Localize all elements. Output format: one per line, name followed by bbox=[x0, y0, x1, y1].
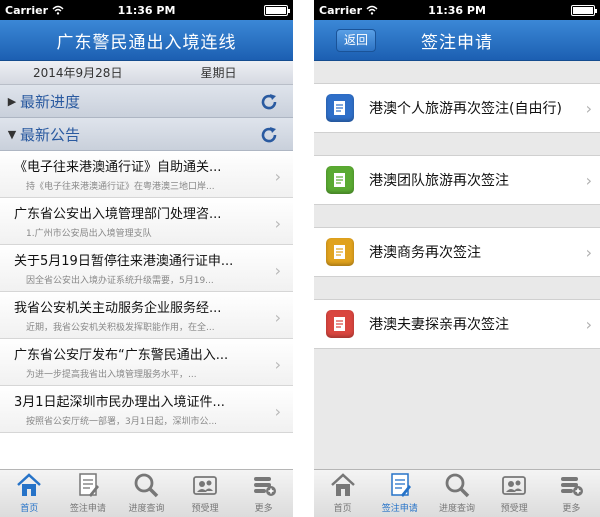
chevron-right-icon: › bbox=[585, 243, 592, 262]
weekday-text: 星期日 bbox=[200, 66, 237, 80]
news-subtitle: 近期，我省公安机关积极发挥职能作用，在全... bbox=[26, 323, 215, 333]
tab-pre-acceptance[interactable]: 预受理 bbox=[176, 470, 235, 517]
news-subtitle: 按照省公安厅统一部署，3月1日起，深圳市公... bbox=[26, 417, 218, 427]
caret-right-icon: ▶ bbox=[7, 94, 17, 108]
visa-item-label: 港澳个人旅游再次签注(自由行) bbox=[369, 101, 562, 117]
news-title: 我省公安机关主动服务企业服务经... bbox=[14, 301, 222, 316]
list-item[interactable]: 关于5月19日暂停往来港澳通行证申... 因全省公安出入境办证系统升级需要，5月… bbox=[0, 245, 293, 292]
more-icon bbox=[253, 477, 276, 496]
back-button[interactable]: 返回 bbox=[336, 29, 377, 52]
news-list: 《电子往来港澳通行证》自助通关... 持《电子往来港澳通行证》在粤港澳三地口岸.… bbox=[0, 151, 293, 433]
tab-visa-application[interactable]: 签注申请 bbox=[371, 470, 428, 517]
tab-label: 签注申请 bbox=[381, 504, 418, 514]
chevron-right-icon: › bbox=[585, 99, 592, 118]
document-icon bbox=[326, 166, 354, 194]
status-time: 11:36 PM bbox=[117, 3, 176, 17]
tab-visa-application[interactable]: 签注申请 bbox=[59, 470, 118, 517]
tab-home[interactable]: 首页 bbox=[314, 470, 371, 517]
document-icon bbox=[326, 238, 354, 266]
visa-item-business[interactable]: 港澳商务再次签注 › bbox=[314, 227, 600, 277]
section-latest-progress[interactable]: ▶ 最新进度 bbox=[0, 85, 293, 118]
tab-label: 签注申请 bbox=[69, 504, 106, 514]
nav-bar: 返回 签注申请 bbox=[314, 20, 600, 61]
status-bar: Carrier 11:36 PM bbox=[314, 0, 600, 20]
visa-item-label: 港澳商务再次签注 bbox=[369, 245, 481, 261]
chevron-right-icon: › bbox=[585, 171, 592, 190]
tab-label: 预受理 bbox=[500, 504, 528, 514]
tab-progress-query[interactable]: 进度查询 bbox=[428, 470, 485, 517]
news-title: 《电子往来港澳通行证》自助通关... bbox=[14, 160, 222, 175]
news-subtitle: 1.广州市公安局出入境管理支队 bbox=[26, 229, 152, 239]
tab-label: 更多 bbox=[562, 504, 581, 514]
more-icon bbox=[561, 477, 584, 496]
document-icon bbox=[326, 310, 354, 338]
list-item[interactable]: 3月1日起深圳市民办理出入境证件... 按照省公安厅统一部署，3月1日起，深圳市… bbox=[0, 386, 293, 433]
list-item[interactable]: 广东省公安厅发布“广东警民通出入... 为进一步提高我省出入境管理服务水平，..… bbox=[0, 339, 293, 386]
tab-label: 首页 bbox=[20, 504, 39, 514]
app-title: 广东警民通出入境连线 bbox=[56, 32, 237, 53]
chevron-right-icon: › bbox=[274, 214, 281, 233]
visa-form-icon bbox=[391, 473, 411, 497]
tab-more[interactable]: 更多 bbox=[234, 470, 293, 517]
tab-label: 进度查询 bbox=[128, 504, 165, 514]
date-bar: 2014年9月28日 星期日 bbox=[0, 61, 293, 85]
list-item[interactable]: 广东省公安出入境管理部门处理咨... 1.广州市公安局出入境管理支队 › bbox=[0, 198, 293, 245]
search-icon bbox=[135, 473, 159, 498]
visa-form-icon bbox=[79, 473, 99, 497]
status-time: 11:36 PM bbox=[428, 3, 486, 17]
list-item[interactable]: 《电子往来港澳通行证》自助通关... 持《电子往来港澳通行证》在粤港澳三地口岸.… bbox=[0, 151, 293, 198]
tab-pre-acceptance[interactable]: 预受理 bbox=[486, 470, 543, 517]
home-icon bbox=[17, 473, 42, 496]
left-screen: Carrier 11:36 PM 广东警民通出入境连线 2014年9月28日 星… bbox=[0, 0, 293, 517]
list-item[interactable]: 我省公安机关主动服务企业服务经... 近期，我省公安机关积极发挥职能作用，在全.… bbox=[0, 292, 293, 339]
chevron-right-icon: › bbox=[274, 167, 281, 186]
chevron-right-icon: › bbox=[274, 355, 281, 374]
chevron-right-icon: › bbox=[274, 261, 281, 280]
battery-icon bbox=[571, 4, 597, 16]
battery-icon bbox=[264, 4, 290, 16]
section-latest-notices[interactable]: ▼ 最新公告 bbox=[0, 118, 293, 151]
chevron-right-icon: › bbox=[274, 402, 281, 421]
tab-label: 进度查询 bbox=[439, 504, 476, 514]
tab-label: 预受理 bbox=[191, 504, 219, 514]
caret-down-icon: ▼ bbox=[7, 127, 17, 141]
news-title: 关于5月19日暂停往来港澳通行证申... bbox=[14, 254, 234, 269]
right-screen: Carrier 11:36 PM 返回 签注申请 港澳个人旅游再次签注(自由行)… bbox=[314, 0, 600, 517]
tab-label: 更多 bbox=[254, 504, 273, 514]
news-title: 3月1日起深圳市民办理出入境证件... bbox=[14, 395, 225, 410]
status-bar: Carrier 11:36 PM bbox=[0, 0, 293, 20]
nav-bar: 广东警民通出入境连线 bbox=[0, 20, 293, 61]
tab-progress-query[interactable]: 进度查询 bbox=[117, 470, 176, 517]
visa-item-label: 港澳夫妻探亲再次签注 bbox=[369, 317, 509, 333]
home-icon bbox=[330, 473, 355, 496]
news-subtitle: 为进一步提高我省出入境管理服务水平，... bbox=[26, 370, 197, 380]
tab-home[interactable]: 首页 bbox=[0, 470, 59, 517]
tab-label: 首页 bbox=[333, 504, 352, 514]
date-text: 2014年9月28日 bbox=[33, 66, 123, 80]
tab-bar: 首页 签注申请 进度查询 预受理 更多 bbox=[0, 469, 293, 517]
section-title: 最新公告 bbox=[20, 125, 81, 144]
search-icon bbox=[445, 473, 470, 498]
id-card-icon bbox=[193, 476, 217, 495]
tab-more[interactable]: 更多 bbox=[543, 470, 600, 517]
news-title: 广东省公安厅发布“广东警民通出入... bbox=[14, 348, 229, 363]
refresh-icon[interactable] bbox=[259, 125, 279, 145]
news-title: 广东省公安出入境管理部门处理咨... bbox=[14, 207, 222, 222]
page-title: 签注申请 bbox=[421, 32, 493, 53]
visa-item-individual-travel[interactable]: 港澳个人旅游再次签注(自由行) › bbox=[314, 83, 600, 133]
tab-bar: 首页 签注申请 进度查询 预受理 更多 bbox=[314, 469, 600, 517]
section-title: 最新进度 bbox=[20, 92, 81, 111]
visa-item-spouse-visit[interactable]: 港澳夫妻探亲再次签注 › bbox=[314, 299, 600, 349]
refresh-icon[interactable] bbox=[259, 92, 279, 112]
id-card-icon bbox=[502, 476, 527, 495]
visa-list: 港澳个人旅游再次签注(自由行) › 港澳团队旅游再次签注 › 港澳商务再次签注 … bbox=[314, 61, 600, 469]
visa-item-label: 港澳团队旅游再次签注 bbox=[369, 173, 509, 189]
news-subtitle: 持《电子往来港澳通行证》在粤港澳三地口岸... bbox=[26, 182, 215, 192]
document-icon bbox=[326, 94, 354, 122]
visa-item-group-travel[interactable]: 港澳团队旅游再次签注 › bbox=[314, 155, 600, 205]
news-subtitle: 因全省公安出入境办证系统升级需要，5月19... bbox=[26, 276, 214, 286]
chevron-right-icon: › bbox=[274, 308, 281, 327]
chevron-right-icon: › bbox=[585, 315, 592, 334]
